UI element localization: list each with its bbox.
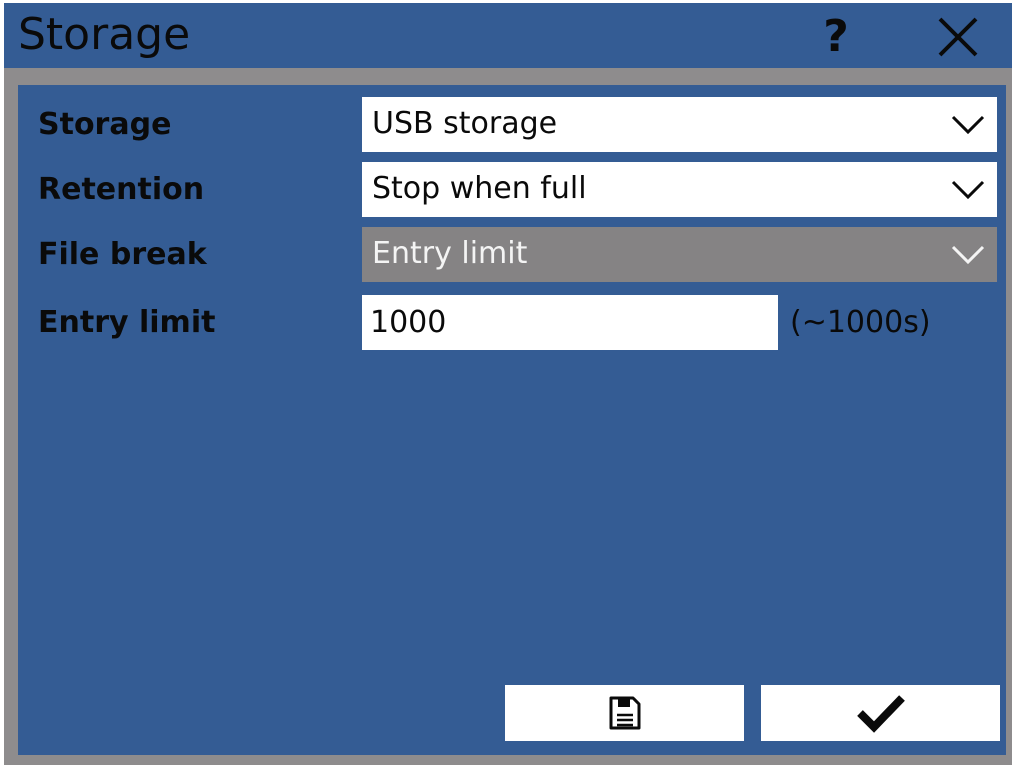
storage-select[interactable]: USB storage	[362, 97, 997, 152]
retention-label: Retention	[38, 172, 205, 207]
storage-select-value: USB storage	[372, 106, 558, 141]
confirm-button[interactable]	[761, 685, 1000, 741]
entry-limit-label: Entry limit	[38, 305, 216, 340]
close-button[interactable]	[932, 11, 984, 63]
help-button[interactable]: ?	[810, 9, 862, 63]
retention-select[interactable]: Stop when full	[362, 162, 997, 217]
entry-limit-hint: (~1000s)	[790, 305, 931, 340]
storage-label: Storage	[38, 107, 172, 142]
title-bar: Storage ?	[4, 3, 1012, 68]
entry-limit-input[interactable]	[362, 295, 778, 350]
retention-select-value: Stop when full	[372, 171, 587, 206]
file-break-select: Entry limit	[362, 227, 997, 282]
chevron-down-icon	[951, 115, 985, 135]
chevron-down-icon	[951, 180, 985, 200]
dialog-title: Storage	[18, 9, 191, 60]
help-icon: ?	[823, 10, 849, 62]
storage-dialog: Storage ? Storage USB storage Retention …	[4, 3, 1012, 765]
floppy-disk-icon	[609, 696, 640, 730]
checkmark-icon	[856, 695, 905, 733]
settings-panel: Storage USB storage Retention Stop when …	[18, 85, 1006, 755]
close-icon	[938, 17, 978, 57]
file-break-label: File break	[38, 237, 207, 272]
chevron-down-icon	[951, 245, 985, 265]
save-button[interactable]	[505, 685, 744, 741]
file-break-select-value: Entry limit	[372, 236, 528, 271]
